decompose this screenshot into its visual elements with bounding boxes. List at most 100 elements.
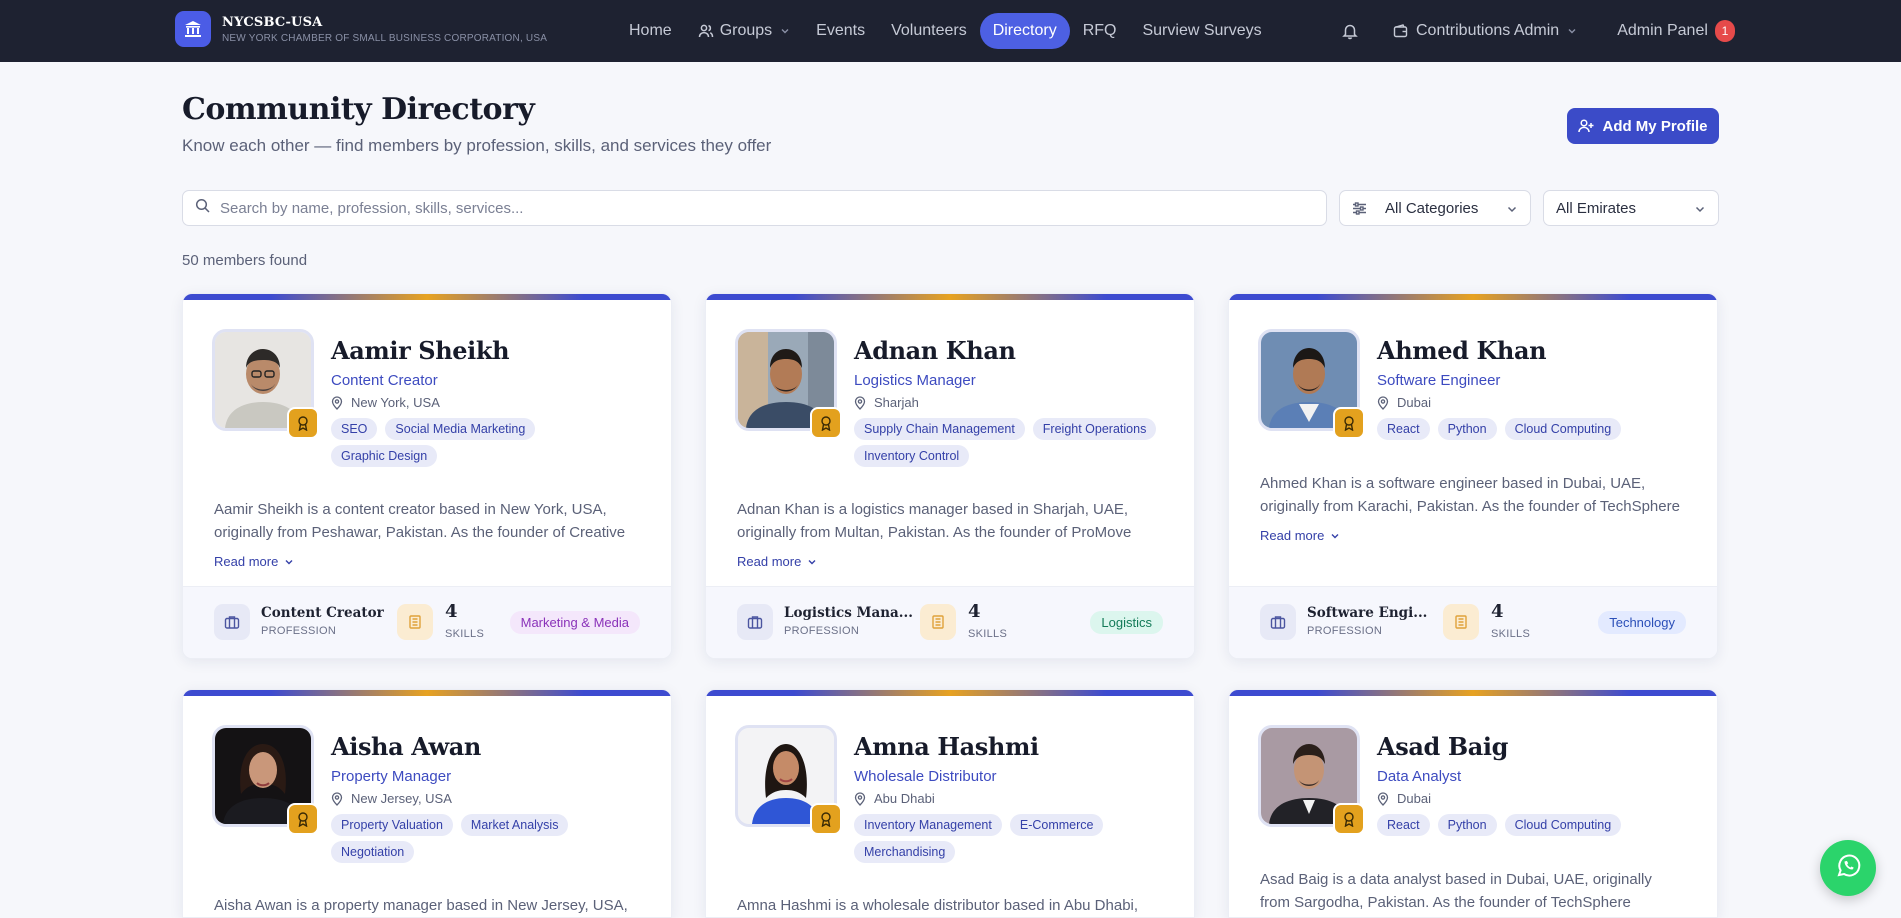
category-select[interactable]: All Categories xyxy=(1339,190,1531,226)
results-count: 50 members found xyxy=(182,252,308,269)
skill-tag: Python xyxy=(1437,418,1497,440)
skill-tag: SEO xyxy=(331,418,378,440)
member-location: New Jersey, USA xyxy=(331,791,452,806)
skill-tag: Social Media Marketing xyxy=(385,418,536,440)
member-location: New York, USA xyxy=(331,395,440,410)
member-bio: Asad Baig is a data analyst based in Dub… xyxy=(1260,871,1652,911)
skill-tag: Inventory Management xyxy=(854,814,1002,836)
member-card[interactable]: Aamir Sheikh Content Creator New York, U… xyxy=(182,293,672,659)
profession-value: Software Engi... xyxy=(1307,605,1428,621)
nav-directory-label: Directory xyxy=(992,22,1057,39)
whatsapp-button[interactable] xyxy=(1820,840,1876,896)
skill-tag: React xyxy=(1377,814,1430,836)
skill-tag: Cloud Computing xyxy=(1504,814,1622,836)
location-text: Sharjah xyxy=(874,395,919,410)
member-location: Abu Dhabi xyxy=(854,791,935,806)
nav-rfq[interactable]: RFQ xyxy=(1070,13,1130,49)
admin-panel-label: Admin Panel xyxy=(1617,22,1708,39)
nav-groups[interactable]: Groups xyxy=(685,13,803,49)
member-card[interactable]: Adnan Khan Logistics Manager Sharjah Sup… xyxy=(705,293,1195,659)
member-name: Amna Hashmi xyxy=(854,732,1039,761)
award-icon xyxy=(1333,803,1365,835)
category-badge: Logistics xyxy=(1090,611,1163,634)
member-location: Dubai xyxy=(1377,791,1431,806)
skill-tags: SEO Social Media Marketing Graphic Desig… xyxy=(331,418,651,472)
map-pin-icon xyxy=(1377,395,1389,410)
brand[interactable]: NYCSBC-USA NEW YORK CHAMBER OF SMALL BUS… xyxy=(175,11,547,47)
card-footer: Content Creator PROFESSION 4 SKILLS Mark… xyxy=(183,586,671,658)
chevron-down-icon xyxy=(284,557,294,567)
member-name: Asad Baig xyxy=(1377,732,1508,761)
member-role: Wholesale Distributor xyxy=(854,768,997,785)
briefcase-icon xyxy=(737,604,773,640)
search-box xyxy=(182,190,1327,226)
user-plus-icon xyxy=(1578,118,1594,134)
nav-volunteers[interactable]: Volunteers xyxy=(878,13,980,49)
search-input[interactable] xyxy=(220,199,1300,217)
card-footer: Logistics Mana... PROFESSION 4 SKILLS Lo… xyxy=(706,586,1194,658)
card-accent-bar xyxy=(1229,294,1717,300)
member-bio: Adnan Khan is a logistics manager based … xyxy=(737,501,1132,541)
member-role: Data Analyst xyxy=(1377,768,1462,785)
skills-label: SKILLS xyxy=(968,628,1008,640)
member-name: Aamir Sheikh xyxy=(331,336,510,365)
map-pin-icon xyxy=(331,791,343,806)
nav-events[interactable]: Events xyxy=(803,13,878,49)
profession-label: PROFESSION xyxy=(261,625,337,637)
profession-label: PROFESSION xyxy=(784,625,860,637)
emirate-select[interactable]: All Emirates xyxy=(1543,190,1719,226)
member-bio: Aamir Sheikh is a content creator based … xyxy=(214,501,626,541)
skill-tag: Market Analysis xyxy=(460,814,569,836)
member-card[interactable]: Asad Baig Data Analyst Dubai React Pytho… xyxy=(1228,689,1718,918)
award-icon xyxy=(1333,407,1365,439)
nav-directory[interactable]: Directory xyxy=(979,13,1070,49)
skills-label: SKILLS xyxy=(445,628,485,640)
whatsapp-icon xyxy=(1834,852,1862,885)
award-icon xyxy=(287,407,319,439)
nav-home-label: Home xyxy=(629,22,672,39)
member-card[interactable]: Amna Hashmi Wholesale Distributor Abu Dh… xyxy=(705,689,1195,918)
skill-tags: React Python Cloud Computing xyxy=(1377,418,1697,445)
skills-count: 4 xyxy=(968,601,981,622)
admin-panel-link[interactable]: Admin Panel 1 xyxy=(1617,20,1735,42)
location-text: New York, USA xyxy=(351,395,440,410)
read-more-link[interactable]: Read more xyxy=(1260,528,1340,543)
location-text: Abu Dhabi xyxy=(874,791,935,806)
main-nav: Home Groups Events Volunteers Directory … xyxy=(616,13,1275,49)
nav-home[interactable]: Home xyxy=(616,13,685,49)
award-icon xyxy=(810,803,842,835)
member-card[interactable]: Ahmed Khan Software Engineer Dubai React… xyxy=(1228,293,1718,659)
member-role: Logistics Manager xyxy=(854,372,976,389)
skill-tag: Python xyxy=(1437,814,1497,836)
top-navbar: NYCSBC-USA NEW YORK CHAMBER OF SMALL BUS… xyxy=(0,0,1901,62)
layers-icon xyxy=(397,604,433,640)
page-title: Community Directory xyxy=(182,92,535,127)
map-pin-icon xyxy=(1377,791,1389,806)
bell-icon[interactable] xyxy=(1335,16,1365,46)
skill-tag: Inventory Control xyxy=(854,445,970,467)
member-name: Aisha Awan xyxy=(331,732,481,761)
member-card[interactable]: Aisha Awan Property Manager New Jersey, … xyxy=(182,689,672,918)
add-my-profile-button[interactable]: Add My Profile xyxy=(1567,108,1719,144)
building-icon xyxy=(175,11,211,47)
skill-tag: Property Valuation xyxy=(331,814,453,836)
emirate-select-value: All Emirates xyxy=(1556,199,1637,217)
skill-tags: React Python Cloud Computing xyxy=(1377,814,1697,841)
skills-label: SKILLS xyxy=(1491,628,1531,640)
nav-events-label: Events xyxy=(816,22,866,39)
page-subtitle: Know each other — find members by profes… xyxy=(182,136,772,155)
users-icon xyxy=(698,23,714,39)
chevron-down-icon xyxy=(1506,203,1518,215)
brand-name: NYCSBC-USA xyxy=(222,14,323,30)
filter-sliders-icon xyxy=(1352,201,1367,216)
member-role: Content Creator xyxy=(331,372,438,389)
member-bio: Ahmed Khan is a software engineer based … xyxy=(1260,475,1680,515)
contributions-admin-menu[interactable]: Contributions Admin xyxy=(1393,22,1577,40)
nav-right: Contributions Admin Admin Panel 1 xyxy=(1335,13,1735,49)
read-more-link[interactable]: Read more xyxy=(737,554,817,569)
read-more-link[interactable]: Read more xyxy=(214,554,294,569)
location-text: Dubai xyxy=(1397,395,1431,410)
nav-surveys[interactable]: Surview Surveys xyxy=(1129,13,1274,49)
skill-tags: Supply Chain Management Freight Operatio… xyxy=(854,418,1174,472)
profession-value: Content Creator xyxy=(261,605,384,621)
